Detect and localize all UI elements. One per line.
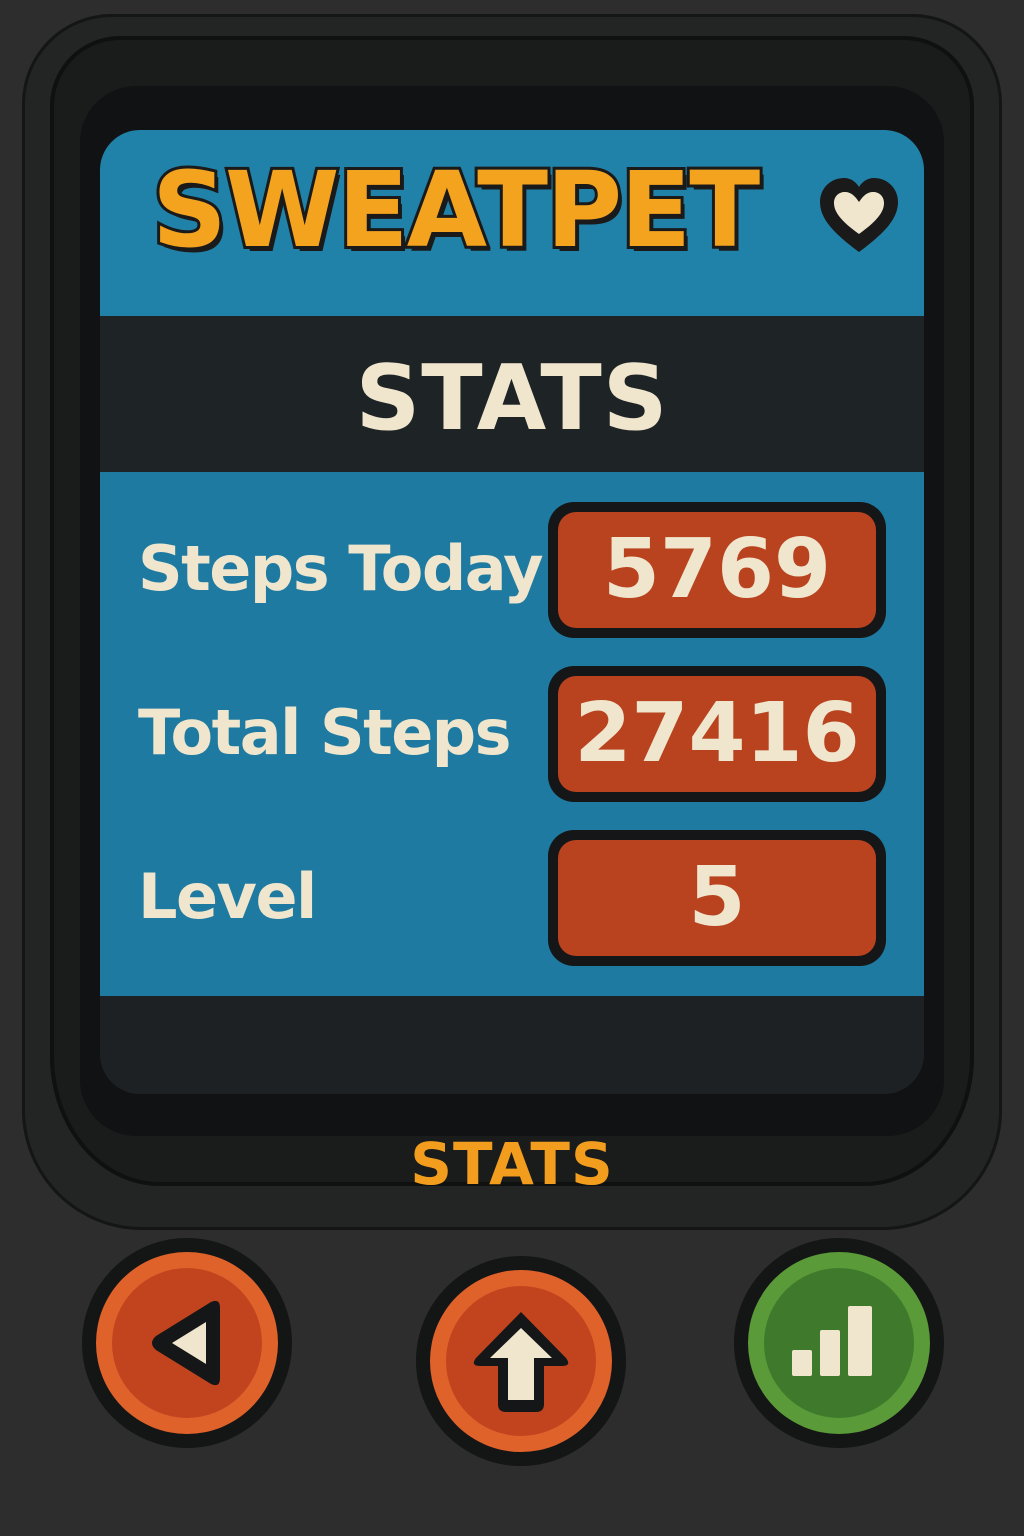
stats-button[interactable] [734,1238,944,1448]
screen-title: STATS [355,346,669,451]
stat-row-level: Level 5 [100,830,924,970]
game-screen: SWEATPET STATS Steps Today 5769 Total St… [100,130,924,1094]
mode-label: STATS [410,1130,614,1198]
stat-label: Total Steps [138,696,512,769]
screen-frame: SWEATPET STATS Steps Today 5769 Total St… [80,86,944,1136]
stat-value-frame: 5769 [548,502,886,638]
stat-value: 27416 [558,676,876,792]
screen-footer [100,996,924,1094]
stat-value-frame: 27416 [548,666,886,802]
stats-panel: Steps Today 5769 Total Steps 27416 Level… [100,472,924,996]
game-device: SWEATPET STATS Steps Today 5769 Total St… [0,0,1024,1536]
app-logo: SWEATPET [149,149,763,271]
back-button[interactable] [82,1238,292,1448]
up-button[interactable] [416,1256,626,1466]
stat-value: 5 [558,840,876,956]
stat-label: Steps Today [138,532,544,605]
stats-bars-icon [792,1306,872,1376]
device-bezel: SWEATPET STATS Steps Today 5769 Total St… [50,36,974,1186]
stat-value: 5769 [558,512,876,628]
app-header: SWEATPET [100,130,924,316]
device-body: SWEATPET STATS Steps Today 5769 Total St… [22,14,1002,1230]
up-arrow-icon [473,1312,569,1412]
stat-row-total-steps: Total Steps 27416 [100,666,924,806]
screen-title-bar: STATS [100,316,924,472]
stat-value-frame: 5 [548,830,886,966]
left-arrow-icon [152,1300,220,1386]
stat-row-steps-today: Steps Today 5769 [100,502,924,642]
stat-label: Level [138,860,317,933]
heart-icon [820,178,898,252]
